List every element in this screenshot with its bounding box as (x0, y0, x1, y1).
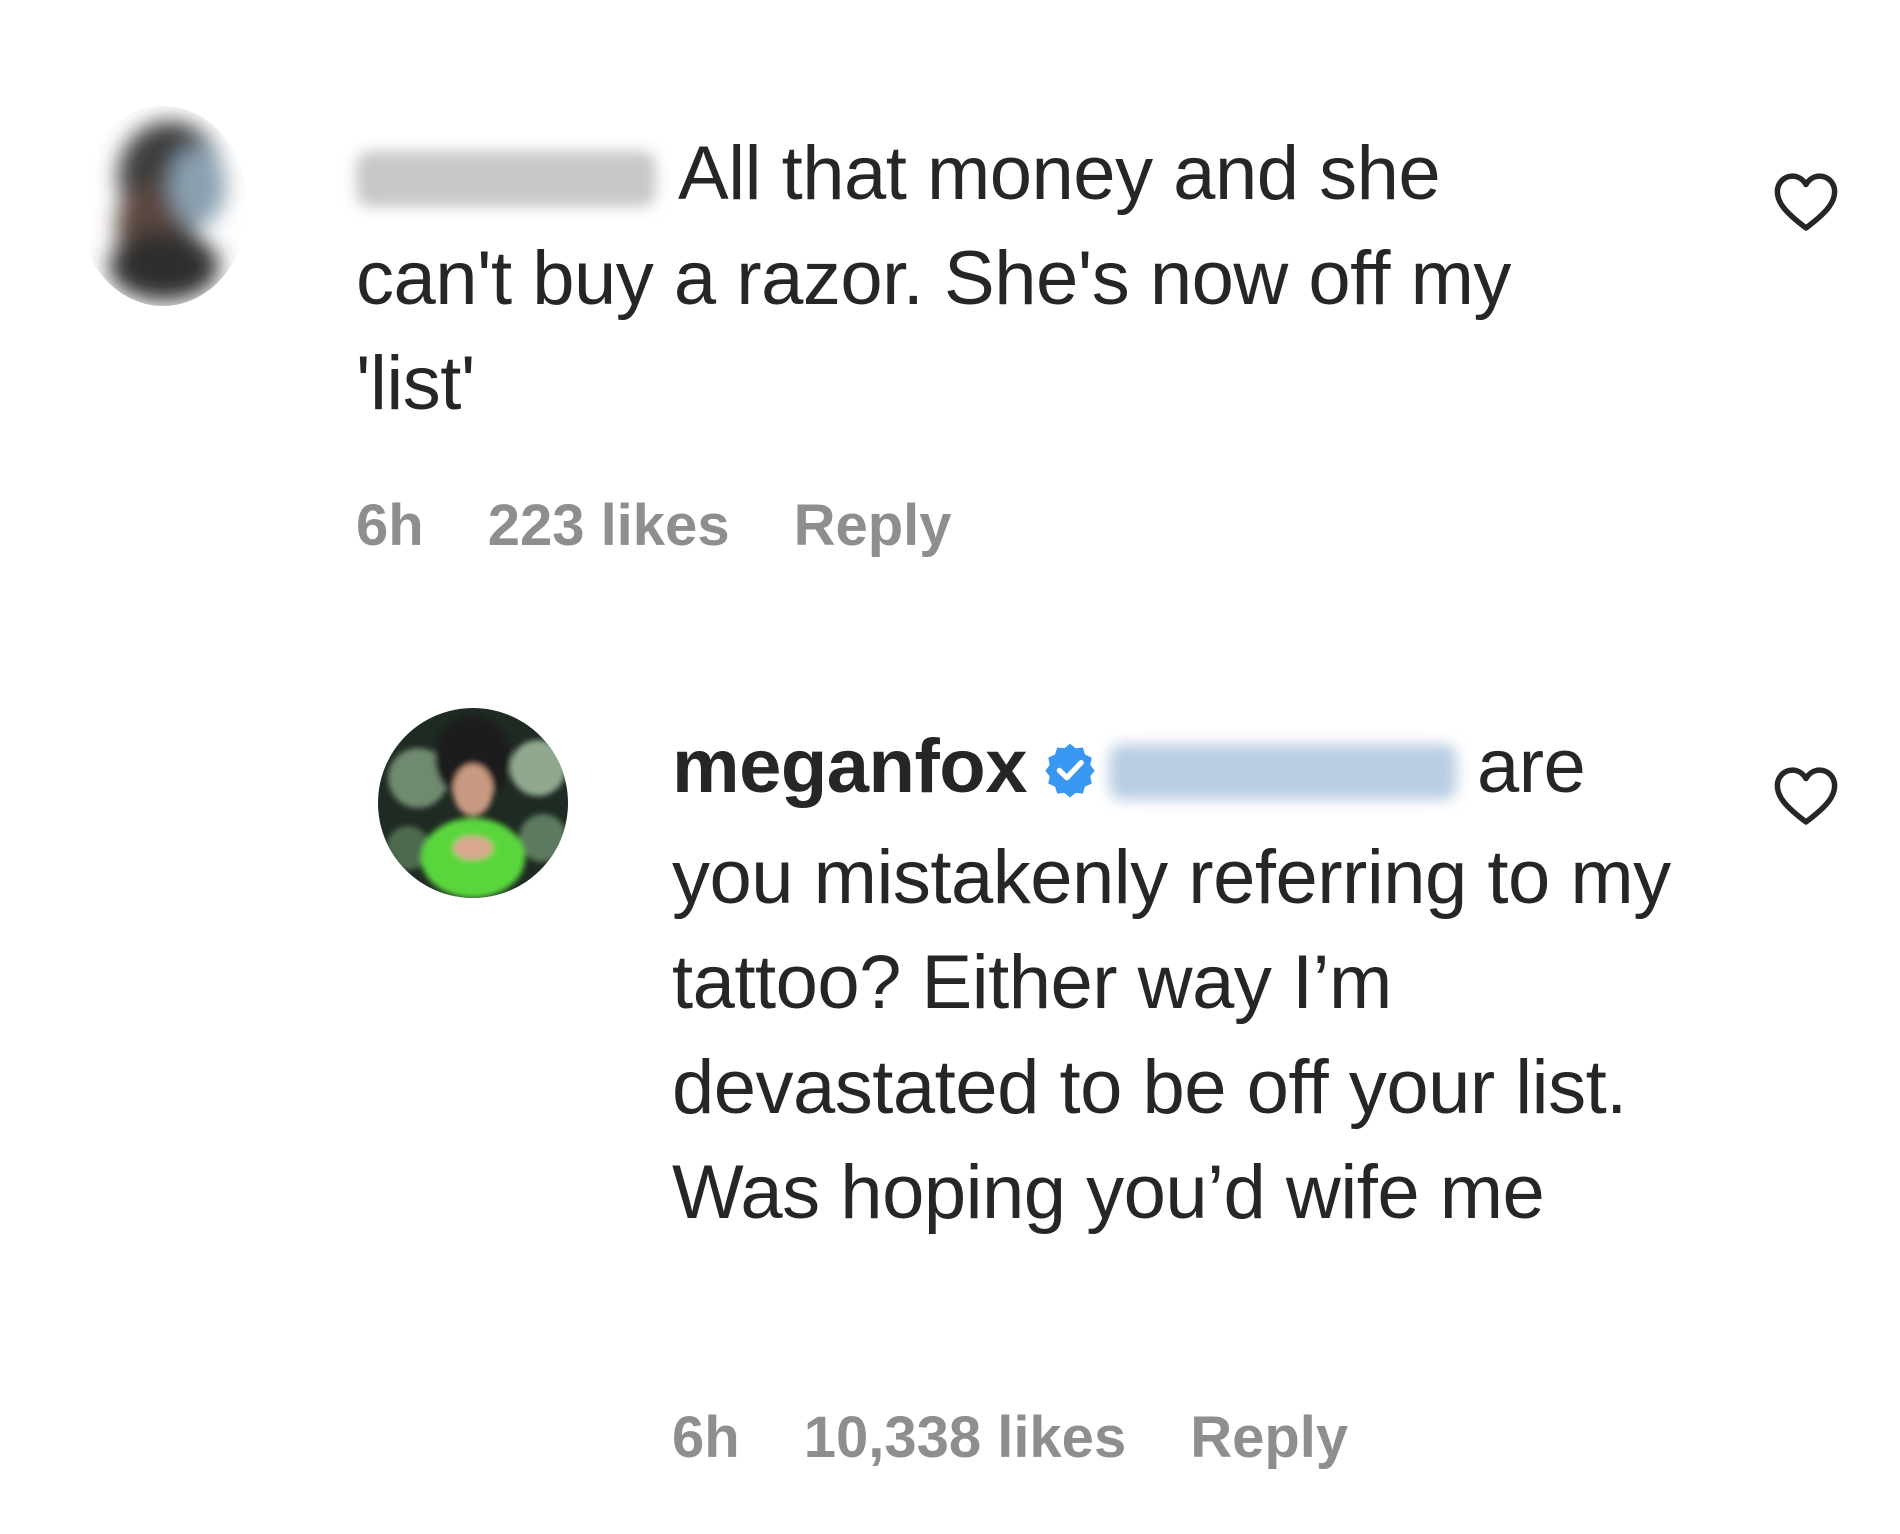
heart-outline-icon[interactable] (1773, 172, 1839, 237)
reply-meta: 6h 10,338 likes Reply (672, 1404, 1412, 1471)
reply-button[interactable]: Reply (1190, 1405, 1348, 1470)
verified-badge-icon (1041, 720, 1099, 825)
username[interactable]: meganfox (672, 724, 1027, 809)
commenter-avatar[interactable] (78, 106, 248, 306)
meganfox-avatar[interactable] (378, 708, 568, 898)
redacted-mention (1108, 744, 1457, 800)
comment-time: 6h (356, 493, 424, 558)
reply-button[interactable]: Reply (794, 493, 952, 558)
reply-time: 6h (672, 1405, 740, 1470)
comment-meta: 6h 223 likes Reply (356, 492, 1016, 559)
reply-likes[interactable]: 10,338 likes (804, 1405, 1127, 1470)
reply-body: meganfox are you mistakenly referring to… (672, 714, 1712, 1245)
comment-body: All that money and she can't buy a razor… (356, 121, 1576, 436)
comment-likes[interactable]: 223 likes (488, 493, 730, 558)
redacted-username (356, 151, 656, 207)
heart-outline-icon[interactable] (1773, 766, 1839, 831)
